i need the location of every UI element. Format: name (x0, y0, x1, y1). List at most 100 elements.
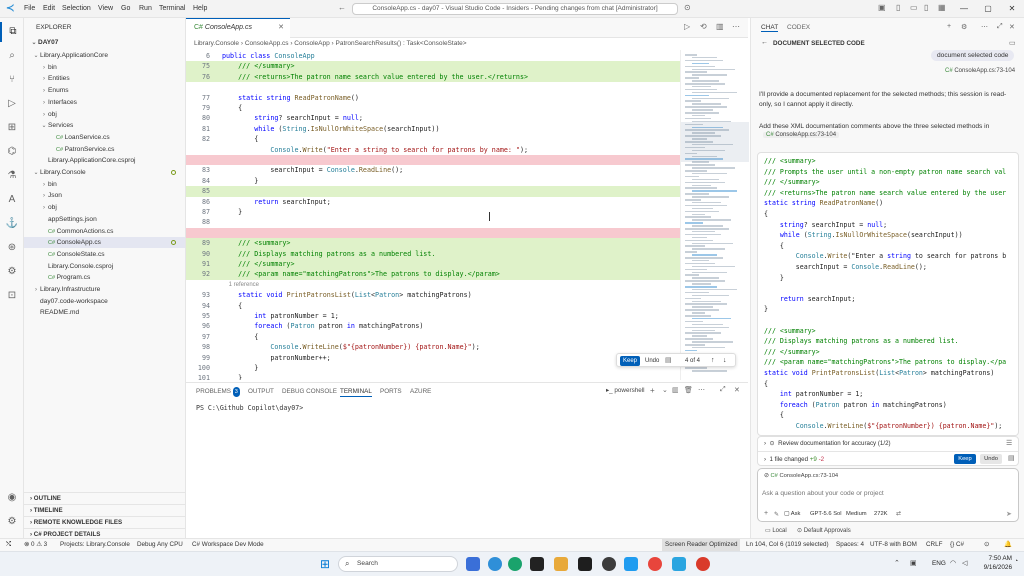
tree-item[interactable]: C# PatronService.cs (24, 144, 185, 155)
chrome-icon[interactable] (648, 557, 662, 571)
toggle-panel-icon[interactable]: ▭ (910, 3, 918, 12)
terminal-more-icon[interactable]: ⋯ (698, 386, 705, 394)
mode-picker[interactable]: ▢ Ask (784, 511, 800, 517)
tree-item[interactable]: ⌄Library.Console (24, 167, 185, 178)
menu-view[interactable]: View (98, 0, 113, 18)
menu-edit[interactable]: Edit (43, 0, 55, 18)
copilot-icon[interactable]: ⊙ (684, 3, 691, 12)
tray-chevron-icon[interactable]: ⌃ (894, 559, 900, 567)
screen-reader-mode[interactable]: Screen Reader Optimized (662, 539, 741, 551)
prev-change-icon[interactable]: ↑ (711, 356, 715, 366)
split-editor-icon[interactable]: ▥ (716, 22, 724, 31)
code-line[interactable]: 77 static string ReadPatronName() (186, 93, 680, 103)
todo-list-icon[interactable]: ☰ (1006, 439, 1012, 447)
chat-settings-icon[interactable]: ⚙ (961, 23, 967, 31)
explorer-icon[interactable]: ⧉ (0, 22, 24, 42)
tree-item[interactable]: C# Program.cs (24, 272, 185, 283)
code-line[interactable]: 89 /// <summary> (186, 238, 680, 249)
start-icon[interactable]: ⊞ (318, 557, 332, 571)
tab-debug-console[interactable]: DEBUG CONSOLE (282, 387, 337, 397)
response-file-ref[interactable]: C# ConsoleApp.cs:73-104 (763, 132, 840, 138)
model-picker[interactable]: GPT-5.6 Sol (810, 511, 842, 517)
minimap[interactable] (680, 50, 749, 380)
section-csharp-project[interactable]: › C# PROJECT DETAILS (24, 528, 185, 538)
code-line[interactable] (186, 227, 680, 239)
code-line[interactable]: 80 string? searchInput = null; (186, 113, 680, 123)
section-timeline[interactable]: › TIMELINE (24, 504, 185, 516)
volume-icon[interactable]: ◁ (962, 559, 967, 567)
remote-icon[interactable]: ⌬ (0, 142, 24, 162)
code-line[interactable]: 90 /// Displays matching patrons as a nu… (186, 248, 680, 259)
files-changed[interactable]: › 1 file changed +9 -2 (764, 456, 824, 463)
next-change-icon[interactable]: ↓ (723, 356, 727, 366)
azure-icon[interactable]: A (0, 190, 24, 210)
maximize-panel-icon[interactable]: ⤢ (720, 386, 726, 394)
section-remote-knowledge[interactable]: › REMOTE KNOWLEDGE FILES (24, 516, 185, 528)
split-terminal-icon[interactable]: ▥ (672, 386, 679, 394)
tray-app-icon[interactable]: ▣ (910, 559, 917, 567)
code-line[interactable]: 97 { (186, 332, 680, 342)
code-line[interactable] (186, 155, 680, 166)
notification-center-icon[interactable]: ◔ (1014, 558, 1018, 565)
database-icon[interactable]: ⊡ (0, 286, 24, 306)
tree-item[interactable]: › obj (24, 109, 185, 120)
menu-terminal[interactable]: Terminal (159, 0, 185, 18)
widgets-icon[interactable] (488, 557, 502, 571)
code-line[interactable]: 98 Console.WriteLine($"{patronNumber}) {… (186, 342, 680, 352)
tree-item[interactable]: › Entities (24, 73, 185, 84)
terminal-shell[interactable]: ▸_ powershell (606, 387, 645, 394)
tab-terminal[interactable]: TERMINAL (340, 387, 372, 397)
code-line[interactable]: 84 } (186, 176, 680, 186)
keep-button[interactable]: Keep (620, 356, 640, 366)
tab-ports[interactable]: PORTS (380, 387, 402, 397)
python-icon[interactable]: ⊛ (0, 238, 24, 258)
code-line[interactable]: 99 patronNumber++; (186, 353, 680, 363)
docker-icon[interactable]: ⚓ (0, 214, 24, 234)
tree-item[interactable]: Library.Console.csproj (24, 261, 185, 272)
location-picker[interactable]: ▭ Local (765, 527, 787, 534)
toggle-secondary-icon[interactable]: ▯ (924, 3, 928, 12)
tree-item[interactable]: › bin (24, 62, 185, 73)
layout-icon[interactable]: ▦ (938, 3, 946, 12)
code-line[interactable]: 82 { (186, 134, 680, 144)
code-line[interactable]: 85 (186, 186, 680, 197)
user-message-ref[interactable]: C# ConsoleApp.cs:73-104 (945, 68, 1015, 74)
tree-item[interactable]: day07.code-workspace (24, 296, 185, 307)
effort-picker[interactable]: Medium (846, 511, 867, 517)
app-icon[interactable] (578, 557, 592, 571)
settings-sliders-icon[interactable]: ⇄ (896, 510, 901, 517)
tree-item[interactable]: C# ConsoleState.cs (24, 249, 185, 260)
maximize-button[interactable]: ▢ (976, 0, 1000, 18)
tree-item[interactable]: › Library.Infrastructure (24, 284, 185, 295)
close-tab-icon[interactable]: ✕ (278, 19, 284, 37)
tree-item[interactable]: ⌄Library.ApplicationCore (24, 50, 185, 61)
encoding[interactable]: UTF-8 with BOM (870, 539, 917, 551)
extensions-icon[interactable]: ⊞ (0, 118, 24, 138)
terminal-prompt[interactable]: PS C:\Github Copilot\day07> (196, 404, 303, 412)
code-line[interactable]: 1 reference (186, 280, 680, 290)
tree-item[interactable]: README.md (24, 307, 185, 318)
menu-file[interactable]: File (24, 0, 35, 18)
send-icon[interactable]: ➤ (1006, 510, 1012, 518)
chat-history-icon[interactable]: ▭ (1009, 39, 1016, 47)
view-changes-icon[interactable]: ▤ (1008, 454, 1015, 462)
back-arrow-icon[interactable]: ← (338, 3, 346, 12)
diff-view-icon[interactable]: ▤ (665, 356, 672, 366)
settings-sync-icon[interactable]: ⚙ (0, 262, 24, 282)
code-line[interactable] (186, 82, 680, 92)
menu-go[interactable]: Go (121, 0, 130, 18)
code-line[interactable]: 100 } (186, 363, 680, 373)
diff-icon[interactable]: ⟲ (700, 22, 707, 31)
manage-gear-icon[interactable]: ⚙ (0, 512, 24, 532)
wifi-icon[interactable]: ◠ (950, 559, 956, 567)
code-line[interactable]: 83 searchInput = Console.ReadLine(); (186, 165, 680, 175)
code-line[interactable]: 6 public class ConsoleApp (186, 51, 680, 61)
code-line[interactable]: 86 return searchInput; (186, 197, 680, 207)
source-control-icon[interactable]: ⑂ (0, 70, 24, 90)
indentation[interactable]: Spaces: 4 (836, 539, 864, 551)
breadcrumb[interactable]: Library.Console › ConsoleApp.cs › Consol… (186, 38, 748, 50)
tree-item[interactable]: › obj (24, 202, 185, 213)
vscode-taskbar-icon[interactable] (624, 557, 638, 571)
run-debug-icon[interactable]: ▷ (0, 94, 24, 114)
tree-item[interactable]: Library.ApplicationCore.csproj (24, 155, 185, 166)
